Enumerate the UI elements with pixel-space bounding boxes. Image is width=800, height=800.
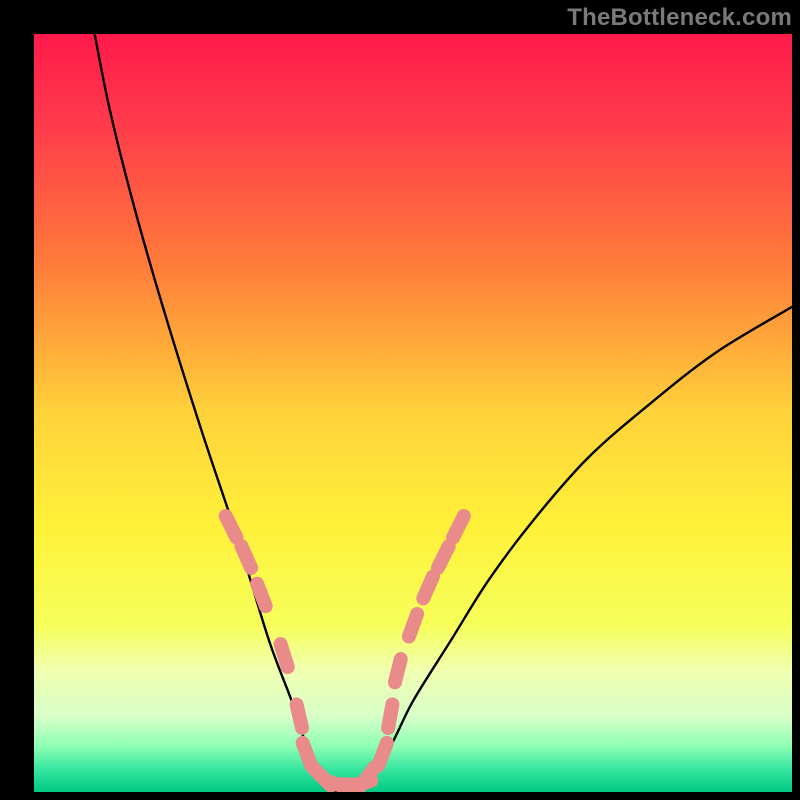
highlight-marker [423, 576, 433, 598]
highlight-marker [453, 516, 464, 537]
highlight-marker [395, 659, 401, 682]
highlight-marker [378, 743, 386, 765]
plot-area [34, 34, 792, 792]
highlight-marker [303, 743, 311, 765]
watermark-text: TheBottleneck.com [567, 4, 792, 32]
highlight-marker [257, 584, 266, 606]
gradient-background [34, 34, 792, 792]
highlight-marker [281, 644, 288, 667]
highlight-marker [226, 516, 237, 537]
highlight-marker [438, 546, 449, 567]
highlight-marker [297, 705, 302, 728]
chart-stage: TheBottleneck.com [0, 0, 800, 800]
highlight-marker [388, 704, 392, 728]
highlight-marker [241, 546, 251, 568]
chart-svg [34, 34, 792, 792]
highlight-marker [409, 614, 417, 637]
